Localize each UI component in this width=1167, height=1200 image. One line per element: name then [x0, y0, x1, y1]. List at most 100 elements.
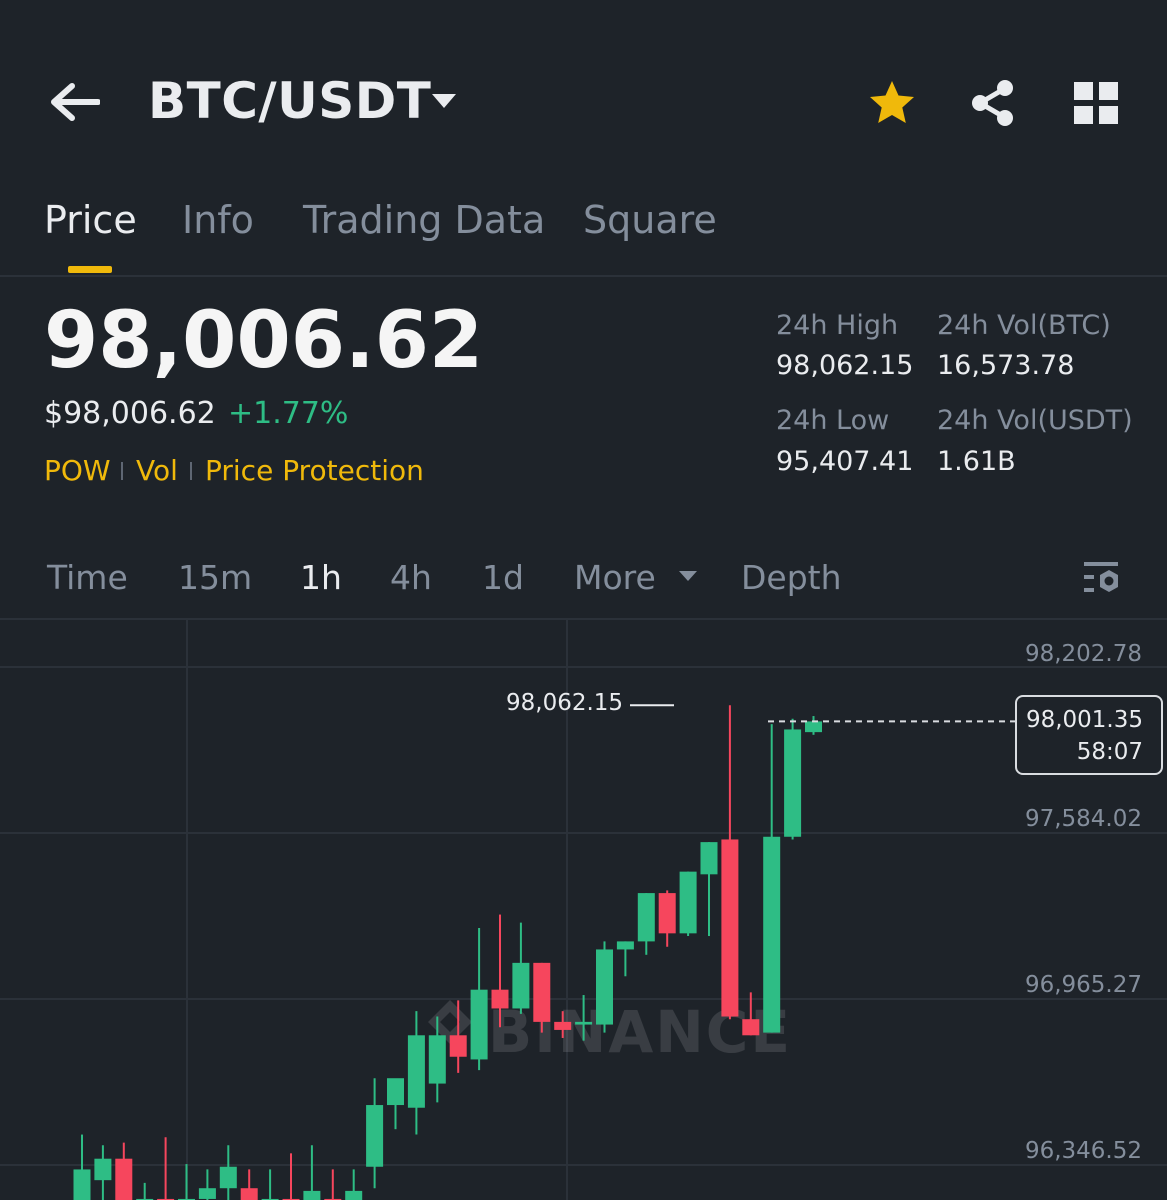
candle [261, 1169, 279, 1200]
candle [700, 842, 718, 937]
candle-body [470, 989, 488, 1060]
candle-body [94, 1158, 112, 1181]
axis-label: 97,584.02 [1025, 806, 1142, 832]
stat-24h-high-label: 24h High [776, 310, 899, 341]
tag-vol[interactable]: Vol [136, 454, 178, 487]
candle [73, 1134, 91, 1200]
candle [596, 941, 613, 1033]
candle-body [805, 721, 822, 733]
candle [366, 1078, 384, 1189]
candle-body [616, 941, 634, 950]
interval-more[interactable]: More [574, 558, 656, 597]
candle [303, 1145, 321, 1200]
candle [637, 893, 655, 955]
candle [94, 1145, 112, 1200]
axis-label: 96,346.52 [1025, 1138, 1142, 1164]
candle-body [428, 1035, 446, 1084]
current-price-box: 98,001.35 58:07 [1015, 695, 1163, 775]
candle-body [554, 1021, 572, 1030]
high-marker-label: 98,062.15 [506, 690, 624, 716]
candle [721, 705, 739, 1020]
candle-body [575, 1021, 593, 1025]
candle-body [512, 962, 530, 1009]
candle [784, 718, 802, 840]
tab-trading-data[interactable]: Trading Data [303, 198, 545, 242]
candle-body [491, 989, 509, 1009]
candle-body [742, 1019, 760, 1036]
candle [658, 890, 676, 947]
candle-body [366, 1105, 384, 1167]
current-price-value: 98,001.35 [1025, 707, 1143, 733]
candle [345, 1169, 363, 1200]
pair-title[interactable]: BTC/USDT [148, 72, 431, 130]
candle [157, 1137, 175, 1200]
tab-square[interactable]: Square [583, 198, 717, 242]
candle-body [345, 1190, 363, 1200]
tab-price[interactable]: Price [44, 198, 137, 242]
stat-24h-vol-btc-label: 24h Vol(BTC) [937, 310, 1111, 341]
axis-label: 98,202.78 [1025, 641, 1142, 667]
interval-15m[interactable]: 15m [178, 558, 252, 597]
candles [73, 705, 822, 1200]
candle-body [596, 949, 613, 1025]
interval-1d[interactable]: 1d [482, 558, 524, 597]
axis-label: 96,965.27 [1025, 972, 1142, 998]
candle [115, 1142, 133, 1200]
tag-price-protection[interactable]: Price Protection [205, 454, 424, 487]
candle-body [240, 1188, 258, 1200]
stat-24h-high-value: 98,062.15 [776, 350, 914, 381]
last-price: 98,006.62 [44, 296, 484, 386]
candle [763, 724, 781, 1033]
usd-price: $98,006.62 [44, 396, 216, 431]
stat-24h-low-label: 24h Low [776, 405, 890, 436]
candle-body [721, 839, 739, 1017]
candle [240, 1169, 258, 1200]
candle-body [73, 1169, 91, 1200]
chart-settings-icon[interactable] [1082, 560, 1122, 596]
interval-1h[interactable]: 1h [300, 558, 342, 597]
candle-body [303, 1190, 321, 1200]
tag-separator [121, 462, 123, 480]
tabs-divider [0, 275, 1167, 277]
candle [512, 922, 530, 1014]
stat-24h-vol-usdt-value: 1.61B [937, 446, 1016, 477]
candle-body [407, 1035, 425, 1108]
back-arrow-icon[interactable] [48, 80, 100, 124]
candle-countdown: 58:07 [1076, 739, 1143, 765]
candle [616, 941, 634, 977]
candle [387, 1078, 404, 1130]
candle-body [784, 729, 802, 837]
price-change-percent: +1.77% [228, 396, 349, 431]
candle-body [533, 962, 551, 1022]
candle [407, 1011, 425, 1135]
candle [219, 1145, 237, 1200]
interval-depth[interactable]: Depth [741, 558, 842, 597]
candle [679, 871, 697, 937]
stat-24h-vol-usdt-label: 24h Vol(USDT) [937, 405, 1133, 436]
candle [470, 927, 488, 1071]
stat-24h-vol-btc-value: 16,573.78 [937, 350, 1075, 381]
candle [136, 1182, 154, 1200]
active-tab-indicator [68, 266, 112, 273]
candle [198, 1169, 216, 1200]
tab-info[interactable]: Info [182, 198, 254, 242]
candle-body [387, 1078, 404, 1106]
tag-pow[interactable]: POW [44, 454, 111, 487]
candle [282, 1153, 300, 1200]
pair-dropdown-caret-icon[interactable] [430, 92, 458, 110]
candle [805, 716, 822, 735]
candle-body [763, 836, 781, 1033]
candle-body [637, 893, 655, 942]
candle-body [115, 1158, 133, 1200]
stat-24h-low-value: 95,407.41 [776, 446, 914, 477]
candle-body [219, 1166, 237, 1189]
share-icon[interactable] [968, 78, 1018, 128]
candle-body [679, 871, 697, 934]
candle-body [700, 842, 718, 875]
favorite-star-icon[interactable] [866, 78, 918, 128]
more-dropdown-caret-icon[interactable] [678, 570, 698, 582]
tag-separator [190, 462, 192, 480]
interval-time[interactable]: Time [47, 558, 128, 597]
interval-4h[interactable]: 4h [390, 558, 432, 597]
layout-grid-icon[interactable] [1072, 80, 1120, 126]
